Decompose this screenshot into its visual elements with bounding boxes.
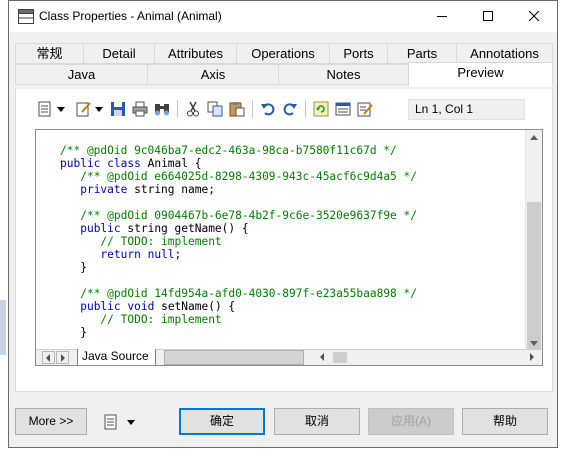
redo-icon [283,103,297,116]
cut-button[interactable] [182,98,204,120]
class-properties-dialog: Class Properties - Animal (Animal) 常规 De… [8,0,558,448]
tab-operations[interactable]: Operations [236,43,330,64]
ok-button[interactable]: 确定 [179,408,265,435]
toolbar-separator [305,100,306,118]
window-title: Class Properties - Animal (Animal) [39,9,222,23]
code-line: /** @pdOid 0904467b-6e78-4b2f-9c6e-3520e… [80,209,417,222]
editor-tab-bar: Java Source [36,349,542,365]
print-button[interactable] [129,98,151,120]
title-bar[interactable]: Class Properties - Animal (Animal) [9,1,557,32]
minimize-icon [437,16,447,17]
paste-button[interactable] [226,98,248,120]
class-icon [18,9,34,24]
code-line: public void setName() { [80,300,236,313]
tab-bar-filler [164,350,304,365]
edit-properties-button[interactable] [354,98,376,120]
list-icon [335,102,351,116]
code-preview-editor[interactable]: /** @pdOid 9c046ba7-edc2-463a-98ca-b7580… [35,129,543,366]
save-icon [111,102,125,116]
edit-properties-icon [357,102,373,117]
undo-button[interactable] [257,98,279,120]
background-highlight-strip [0,300,6,355]
vertical-scroll-thumb[interactable] [527,202,541,349]
refresh-button[interactable] [310,98,332,120]
refresh-icon [313,101,329,117]
scroll-up-icon[interactable] [530,135,538,140]
code-line: } [60,261,87,274]
copy-icon [207,101,223,117]
tab-general[interactable]: 常规 [15,43,84,64]
horizontal-scroll-right-button[interactable] [526,351,539,364]
tab-notes[interactable]: Notes [278,64,409,85]
print-icon [132,101,148,117]
tab-ports[interactable]: Ports [329,43,388,64]
code-line: return null; [100,248,182,261]
edit-menu-button[interactable] [73,98,105,120]
find-icon [155,104,169,116]
cut-icon [187,101,199,117]
code-line: // TODO: implement [100,313,222,326]
toolbar-separator [252,100,253,118]
help-button[interactable]: 帮助 [462,408,548,435]
property-tabs: 常规 Detail Attributes Operations Ports Pa… [15,43,553,89]
horizontal-scroll-thumb[interactable] [333,352,347,363]
code-line: // TODO: implement [100,235,222,248]
tab-preview[interactable]: Preview [408,62,553,87]
close-button[interactable] [511,1,557,32]
toolbar-separator [177,100,178,118]
vertical-scrollbar[interactable] [525,130,542,351]
tab-axis[interactable]: Axis [147,64,279,85]
save-button[interactable] [107,98,129,120]
code-line: /** @pdOid 9c046ba7-edc2-463a-98ca-b7580… [60,144,397,157]
scroll-down-icon[interactable] [530,341,538,346]
arrow-left-icon [46,354,50,362]
tab-annotations[interactable]: Annotations [456,43,553,64]
more-button[interactable]: More >> [15,408,87,435]
tab-java[interactable]: Java [15,64,148,85]
chevron-down-icon [127,420,135,425]
cursor-position-indicator: Ln 1, Col 1 [408,99,525,120]
code-line: /** @pdOid 14fd954a-afd0-4030-897f-e23a5… [80,287,417,300]
tab-detail[interactable]: Detail [83,43,155,64]
tab-scroll-right-button[interactable] [56,351,69,364]
horizontal-scroll-left-button[interactable] [317,351,330,364]
arrow-right-icon [61,354,65,362]
undo-icon [261,103,275,116]
preview-toolbar: Ln 1, Col 1 [35,98,525,122]
document-menu-icon [38,101,51,117]
paste-icon [229,102,245,117]
code-line: private string name; [80,183,215,196]
minimize-button[interactable] [419,1,465,32]
arrow-right-icon [530,353,534,361]
code-line: /** @pdOid e664025d-8298-4309-943c-45acf… [80,170,417,183]
list-button[interactable] [332,98,354,120]
document-dropdown-button[interactable] [104,412,138,432]
tab-scroll-left-button[interactable] [42,351,55,364]
apply-button[interactable]: 应用(A) [368,408,454,435]
document-menu-button[interactable] [35,98,67,120]
close-icon [529,11,540,22]
find-button[interactable] [151,98,173,120]
tab-parts[interactable]: Parts [387,43,457,64]
document-icon [104,414,117,430]
preview-panel: Ln 1, Col 1 /** @pdOid 9c046ba7-edc2-463… [15,89,553,392]
redo-button[interactable] [279,98,301,120]
edit-menu-icon [76,102,91,117]
copy-button[interactable] [204,98,226,120]
code-line: public string getName() { [80,222,249,235]
code-text[interactable]: /** @pdOid 9c046ba7-edc2-463a-98ca-b7580… [60,144,417,365]
background-window-edge [0,0,8,453]
java-source-tab[interactable]: Java Source [77,349,156,365]
maximize-icon [483,11,493,21]
arrow-left-icon [320,353,324,361]
code-line: public class Animal { [60,157,202,170]
maximize-button[interactable] [465,1,511,32]
tab-attributes[interactable]: Attributes [154,43,237,64]
cancel-button[interactable]: 取消 [274,408,360,435]
code-line: } [60,326,87,339]
